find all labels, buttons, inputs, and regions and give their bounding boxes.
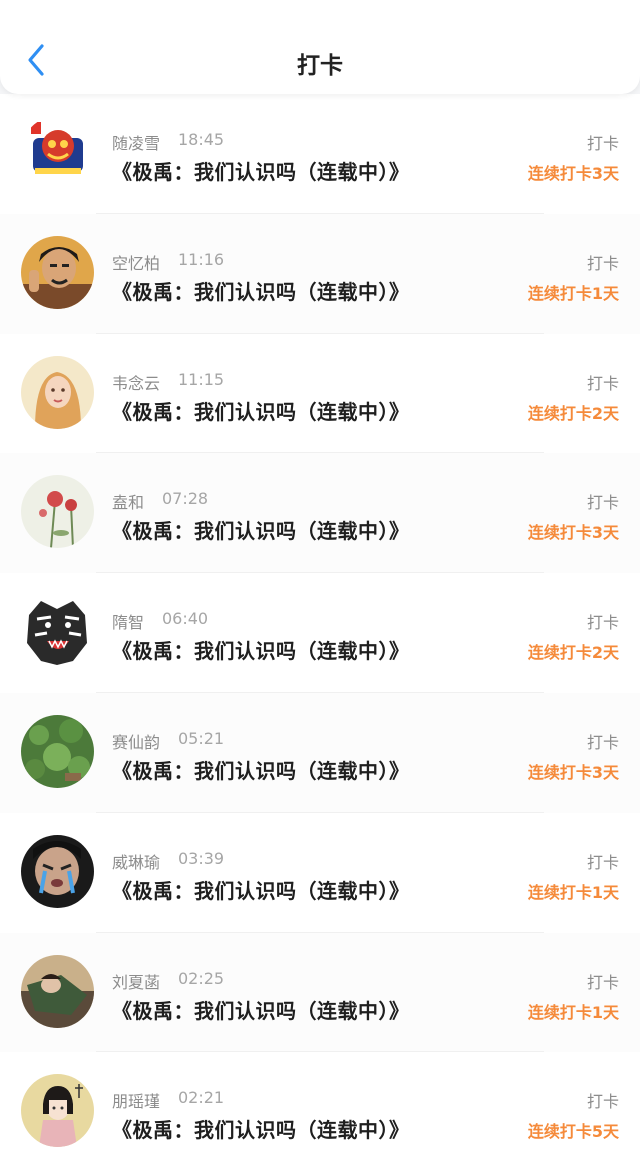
checkin-list-item[interactable]: 空忆柏 11:16 《极禹：我们认识吗（连载中）》 打卡 连续打卡1天	[0, 213, 640, 334]
checkin-time: 02:21	[178, 1088, 225, 1108]
streak-label: 连续打卡5天	[527, 1122, 619, 1142]
username: 威琳瑜	[112, 852, 161, 872]
avatar[interactable]	[21, 235, 94, 309]
book-title: 《极禹：我们认识吗（连载中）》	[112, 758, 410, 783]
streak-label: 连续打卡3天	[527, 164, 619, 183]
checkin-time: 05:21	[178, 728, 225, 748]
book-title: 《极禹：我们认识吗（连载中）》	[112, 639, 410, 664]
book-title: 《极禹：我们认识吗（连载中）》	[112, 878, 410, 903]
checkin-label: 打卡	[586, 493, 619, 513]
username: 隋智	[112, 613, 145, 633]
username: 盍和	[112, 493, 145, 513]
streak-label: 连续打卡1天	[527, 1002, 619, 1022]
page-title: 打卡	[297, 53, 343, 79]
streak-label: 连续打卡3天	[527, 762, 619, 782]
checkin-label: 打卡	[586, 852, 619, 872]
checkin-time: 07:28	[162, 489, 209, 509]
checkin-label: 打卡	[586, 134, 619, 153]
username: 赛仙韵	[112, 732, 161, 752]
checkin-time: 18:45	[178, 130, 225, 149]
avatar[interactable]	[21, 355, 94, 429]
checkin-label: 打卡	[586, 1092, 619, 1112]
username: 空忆柏	[112, 253, 161, 273]
streak-label: 连续打卡2天	[527, 403, 619, 423]
avatar[interactable]	[21, 475, 94, 549]
streak-label: 连续打卡3天	[527, 523, 619, 543]
checkin-label: 打卡	[586, 732, 619, 752]
streak-label: 连续打卡1天	[527, 283, 619, 303]
checkin-time: 06:40	[162, 609, 209, 629]
checkin-time: 02:25	[178, 968, 225, 988]
avatar[interactable]	[21, 595, 94, 669]
checkin-list-item[interactable]: 随凌雪 18:45 《极禹：我们认识吗（连载中）》 打卡 连续打卡3天	[0, 94, 640, 214]
checkin-label: 打卡	[586, 613, 619, 633]
checkin-list-item[interactable]: 朋瑶瑾 02:21 《极禹：我们认识吗（连载中）》 打卡 连续打卡5天	[0, 1052, 640, 1172]
checkin-list-item[interactable]: 隋智 06:40 《极禹：我们认识吗（连载中）》 打卡 连续打卡2天	[0, 573, 640, 693]
streak-label: 连续打卡2天	[527, 643, 619, 663]
avatar[interactable]	[21, 1074, 94, 1148]
checkin-time: 03:39	[178, 848, 225, 868]
username: 随凌雪	[112, 134, 161, 153]
username: 朋瑶瑾	[112, 1092, 161, 1112]
book-title: 《极禹：我们认识吗（连载中）》	[112, 998, 410, 1023]
username: 韦念云	[112, 373, 161, 393]
checkin-list-item[interactable]: 威琳瑜 03:39 《极禹：我们认识吗（连载中）》 打卡 连续打卡1天	[0, 813, 640, 933]
book-title: 《极禹：我们认识吗（连载中）》	[112, 160, 410, 184]
username: 刘夏菡	[112, 972, 161, 992]
avatar[interactable]	[21, 116, 94, 189]
book-title: 《极禹：我们认识吗（连载中）》	[112, 279, 410, 304]
avatar[interactable]	[21, 834, 94, 908]
checkin-list-item[interactable]: 赛仙韵 05:21 《极禹：我们认识吗（连载中）》 打卡 连续打卡3天	[0, 692, 640, 813]
book-title: 《极禹：我们认识吗（连载中）》	[112, 399, 410, 424]
avatar[interactable]	[21, 714, 94, 788]
checkin-list-item[interactable]: 韦念云 11:15 《极禹：我们认识吗（连载中）》 打卡 连续打卡2天	[0, 334, 640, 454]
checkin-label: 打卡	[586, 253, 619, 273]
top-navigation-bar: 打卡	[0, 0, 640, 94]
checkin-time: 11:15	[178, 369, 225, 389]
book-title: 《极禹：我们认识吗（连载中）》	[112, 1118, 410, 1143]
checkin-label: 打卡	[586, 972, 619, 992]
checkin-time: 11:16	[178, 249, 225, 269]
streak-label: 连续打卡1天	[527, 882, 619, 902]
checkin-label: 打卡	[586, 373, 619, 393]
book-title: 《极禹：我们认识吗（连载中）》	[112, 519, 410, 544]
checkin-list: 随凌雪 18:45 《极禹：我们认识吗（连载中）》 打卡 连续打卡3天 空忆柏 …	[0, 94, 640, 1173]
avatar[interactable]	[21, 954, 94, 1028]
checkin-list-item[interactable]: 盍和 07:28 《极禹：我们认识吗（连载中）》 打卡 连续打卡3天	[0, 453, 640, 574]
checkin-list-item[interactable]: 刘夏菡 02:25 《极禹：我们认识吗（连载中）》 打卡 连续打卡1天	[0, 932, 640, 1053]
